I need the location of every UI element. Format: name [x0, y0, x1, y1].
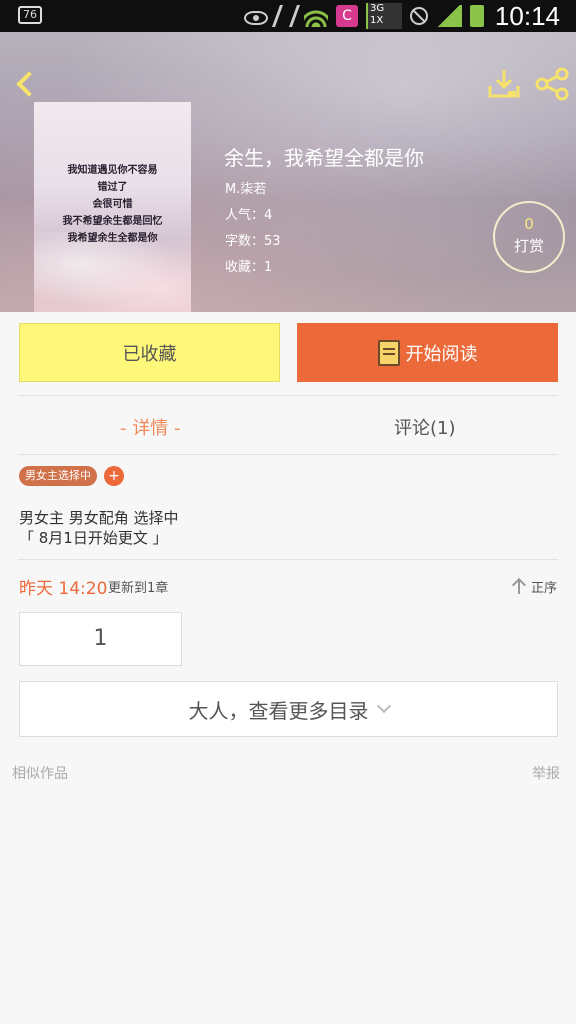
book-author[interactable]: M.柒若 — [225, 178, 266, 197]
word-count: 字数：53 — [225, 234, 281, 249]
tip-button[interactable]: 0 打赏 — [493, 201, 565, 273]
book-cover[interactable]: 我知道遇见你不容易 错过了 会很可惜 我不希望余生都是回忆 我希望余生全都是你 — [34, 102, 191, 312]
description-line: 男女主 男女配角 选择中 — [19, 509, 179, 527]
more-catalog-label: 大人，查看更多目录 — [188, 698, 369, 723]
app-c-icon: C — [336, 5, 358, 27]
back-icon[interactable] — [10, 66, 40, 100]
book-icon — [377, 339, 400, 366]
cover-line: 会很可惜 — [92, 199, 133, 210]
share-icon[interactable] — [534, 66, 570, 102]
favorited-label: 已收藏 — [122, 343, 177, 365]
eye-icon — [244, 11, 268, 25]
divider — [18, 395, 558, 396]
add-tag-button[interactable]: + — [104, 466, 124, 486]
cover-text: 我知道遇见你不容易 错过了 会很可惜 我不希望余生都是回忆 我希望余生全都是你 — [40, 162, 185, 247]
tab-detail[interactable]: - 详情 - — [120, 414, 180, 440]
popularity-count: 人气：4 — [225, 208, 273, 223]
signal-bars-icon — [436, 5, 462, 27]
start-reading-button[interactable]: 开始阅读 — [297, 323, 558, 382]
download-icon[interactable] — [486, 66, 522, 102]
divider — [18, 454, 558, 455]
wifi-icon — [304, 5, 328, 27]
update-text: 更新到1章 — [108, 581, 169, 596]
status-tag: 男女主选择中 — [19, 466, 97, 486]
no-signal-icon — [410, 7, 428, 25]
network-line-1: 3G — [370, 3, 385, 14]
similar-works-label: 相似作品 — [12, 766, 68, 782]
battery-icon — [470, 5, 484, 27]
description-line: 「 8月1日开始更文 」 — [19, 529, 168, 547]
cover-line: 我知道遇见你不容易 — [67, 165, 158, 176]
more-catalog-button[interactable]: 大人，查看更多目录 — [19, 681, 558, 737]
chapter-item[interactable]: 1 — [19, 612, 182, 666]
book-title: 余生，我希望全都是你 — [224, 146, 424, 170]
sort-order-label[interactable]: 正序 — [531, 577, 557, 596]
cover-line: 我希望余生全都是你 — [67, 233, 158, 244]
clock: 10:14 — [494, 1, 560, 31]
update-time: 昨天 14:20 — [19, 579, 108, 599]
cover-line: 我不希望余生都是回忆 — [62, 216, 163, 227]
report-link[interactable]: 举报 — [532, 763, 560, 783]
network-line-2: 1X — [370, 15, 384, 26]
start-reading-label: 开始阅读 — [405, 343, 478, 365]
network-type-icon: 3G 1X — [366, 3, 402, 29]
divider — [18, 559, 558, 560]
mute-icon — [271, 5, 301, 27]
book-header: 我知道遇见你不容易 错过了 会很可惜 我不希望余生都是回忆 我希望余生全都是你 … — [0, 32, 576, 312]
tip-label: 打赏 — [513, 237, 544, 255]
tip-count: 0 — [524, 215, 534, 233]
tab-comments[interactable]: 评论(1) — [394, 414, 456, 440]
status-bar: 76 C 3G 1X 10:14 — [0, 0, 576, 32]
notification-badge: 76 — [18, 6, 42, 24]
favorite-count: 收藏：1 — [225, 260, 273, 275]
chevron-down-icon — [376, 698, 391, 714]
cover-line: 错过了 — [97, 182, 128, 193]
favorited-button[interactable]: 已收藏 — [19, 323, 280, 382]
sort-arrow-icon[interactable] — [512, 578, 526, 594]
status-icons: C 3G 1X — [244, 3, 484, 29]
